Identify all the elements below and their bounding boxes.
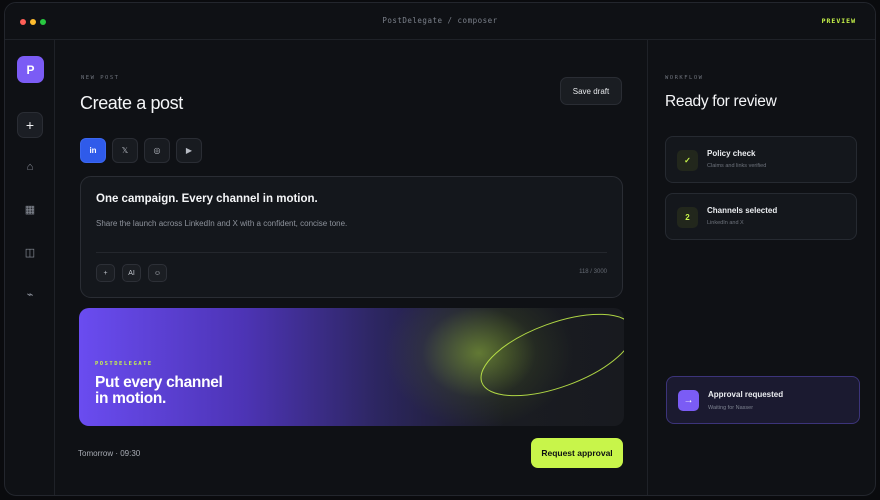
composer-main: NEW POST Create a post Save draft in 𝕏 ◎… xyxy=(56,40,647,495)
banner-brand: POSTDELEGATE xyxy=(95,361,153,367)
approval-title: Approval requested xyxy=(708,390,784,399)
library-icon: ◫ xyxy=(24,246,36,259)
plus-icon: + xyxy=(25,117,35,133)
add-attachment-button[interactable]: + xyxy=(96,264,115,282)
banner-orbit-graphic xyxy=(480,313,624,397)
ai-assist-button[interactable]: AI xyxy=(122,264,141,282)
sidebar-item-library[interactable]: ◫ xyxy=(17,239,43,265)
channel-linkedin-toggle[interactable]: in xyxy=(80,138,106,163)
app-logo[interactable]: P xyxy=(17,56,44,83)
panel-title: Ready for review xyxy=(665,93,777,110)
save-draft-button[interactable]: Save draft xyxy=(560,77,622,105)
banner-headline-line-1: Put every channel xyxy=(95,374,223,391)
plus-icon: + xyxy=(103,269,108,277)
home-icon: ⌂ xyxy=(26,161,34,173)
banner-headline: Put every channel in motion. xyxy=(95,375,275,407)
sidebar: P + ⌂ ▦ ◫ ⌁ xyxy=(5,40,55,495)
panel-eyebrow: WORKFLOW xyxy=(665,75,704,81)
channel-instagram-toggle[interactable]: ◎ xyxy=(144,138,170,163)
calendar-icon: ▦ xyxy=(24,203,36,216)
window-title: PostDelegate / composer xyxy=(382,16,498,25)
step-title: Policy check xyxy=(707,149,756,158)
post-editor[interactable]: One campaign. Every channel in motion. S… xyxy=(80,176,623,298)
banner-headline-line-2: in motion. xyxy=(95,390,167,407)
activity-icon: ⌁ xyxy=(26,288,34,301)
instagram-icon: ◎ xyxy=(153,146,161,155)
editor-divider xyxy=(96,252,607,253)
workflow-panel: WORKFLOW Ready for review ✓ Policy check… xyxy=(647,40,875,495)
character-count: 118 / 3000 xyxy=(579,269,607,275)
youtube-icon: ▶ xyxy=(185,146,193,155)
page-title: Create a post xyxy=(80,93,183,113)
linkedin-icon: in xyxy=(89,146,97,155)
media-preview-banner: POSTDELEGATE Put every channel in motion… xyxy=(79,308,624,426)
emoji-icon: ☺ xyxy=(153,269,162,277)
channel-youtube-toggle[interactable]: ▶ xyxy=(176,138,202,163)
emoji-button[interactable]: ☺ xyxy=(148,264,167,282)
new-post-button[interactable]: + xyxy=(17,112,43,138)
step-title: Channels selected xyxy=(707,206,778,215)
section-eyebrow: NEW POST xyxy=(81,75,120,81)
x-icon: 𝕏 xyxy=(121,146,129,155)
post-body[interactable]: Share the launch across LinkedIn and X w… xyxy=(96,219,347,228)
workflow-step-channels[interactable]: 2 Channels selected LinkedIn and X xyxy=(665,193,857,240)
sidebar-item-activity[interactable]: ⌁ xyxy=(17,281,43,307)
sidebar-item-home[interactable]: ⌂ xyxy=(17,154,43,180)
step-subtitle: Claims and links verified xyxy=(707,163,767,169)
app-window: PostDelegate / composer PREVIEW P + ⌂ ▦ … xyxy=(4,2,876,496)
sidebar-item-calendar[interactable]: ▦ xyxy=(17,196,43,222)
schedule-time[interactable]: Tomorrow · 09:30 xyxy=(78,449,140,458)
workflow-step-policy-check[interactable]: ✓ Policy check Claims and links verified xyxy=(665,136,857,183)
arrow-right-icon: → xyxy=(678,390,699,411)
preview-badge[interactable]: PREVIEW xyxy=(822,17,856,25)
step-number-badge: 2 xyxy=(677,207,698,228)
title-bar: PostDelegate / composer PREVIEW xyxy=(5,3,875,40)
approval-status-card[interactable]: → Approval requested Waiting for Nasser xyxy=(666,376,860,424)
post-headline[interactable]: One campaign. Every channel in motion. xyxy=(96,193,318,205)
channel-x-toggle[interactable]: 𝕏 xyxy=(112,138,138,163)
request-approval-button[interactable]: Request approval xyxy=(531,438,623,468)
approval-subtitle: Waiting for Nasser xyxy=(708,405,754,411)
step-subtitle: LinkedIn and X xyxy=(707,220,744,226)
check-icon: ✓ xyxy=(677,150,698,171)
